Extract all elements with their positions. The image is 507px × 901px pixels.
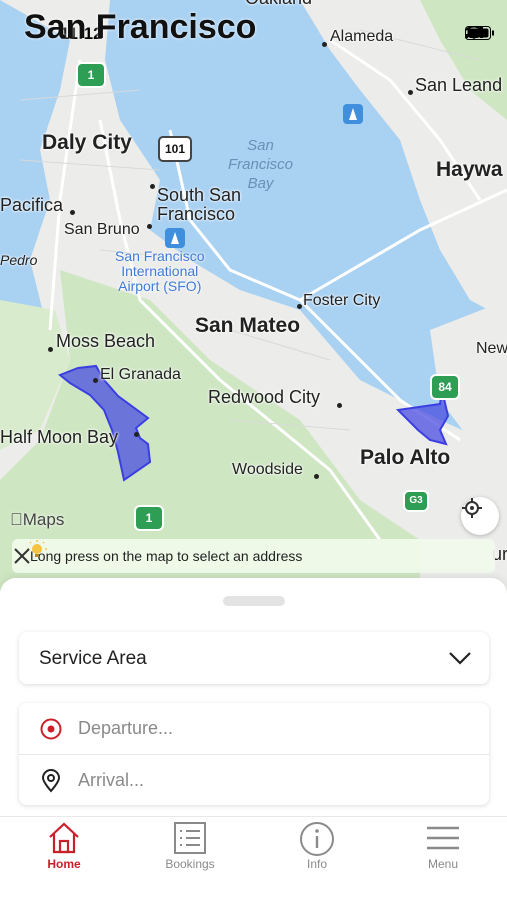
location-pin-icon: [41, 769, 61, 793]
sheet-grabber[interactable]: [223, 596, 285, 606]
apple-logo-icon: : [10, 510, 23, 529]
label-san-mateo: San Mateo: [195, 314, 301, 337]
label-daly-city: Daly City: [42, 131, 132, 154]
home-icon: [49, 822, 79, 854]
highway-shield-1: 1: [76, 62, 106, 88]
departure-field[interactable]: Departure...: [19, 703, 489, 754]
list-icon: [174, 822, 206, 854]
highway-shield-1-south: 1: [134, 505, 164, 531]
tab-bar: Home Bookings Info Menu: [0, 816, 507, 901]
label-moss-beach: Moss Beach: [56, 331, 156, 351]
battery-icon: [465, 26, 494, 40]
departure-target-icon: [40, 718, 62, 740]
route-form: Departure... Arrival...: [19, 703, 489, 805]
highway-shield-84: 84: [430, 374, 460, 400]
tab-menu-label: Menu: [427, 857, 459, 871]
close-icon[interactable]: [12, 546, 32, 566]
place-dot: [314, 474, 319, 479]
label-san-bruno: San Bruno: [64, 221, 140, 238]
map-city-title: San Francisco: [24, 8, 257, 46]
highway-shield-101: 101: [158, 136, 192, 162]
info-icon: [300, 822, 334, 856]
place-dot: [48, 347, 53, 352]
place-dot: [93, 378, 98, 383]
label-el-granada: El Granada: [100, 366, 181, 383]
map-hint-text: Long press on the map to select an addre…: [30, 548, 303, 564]
place-dot: [408, 90, 413, 95]
label-hayward: Haywa: [436, 158, 503, 181]
highway-shield-g3: G3: [403, 490, 429, 512]
place-dot: [134, 432, 139, 437]
maps-attribution-text: Maps: [10, 510, 65, 529]
label-alameda: Alameda: [330, 28, 394, 45]
place-dot: [337, 403, 342, 408]
arrival-placeholder: Arrival...: [78, 770, 145, 790]
label-sfo: San Francisco International Airport (SFO…: [115, 248, 205, 294]
map-hint-banner: Long press on the map to select an addre…: [12, 539, 495, 573]
locate-me-button[interactable]: [461, 497, 499, 535]
map-view[interactable]: 11:12 San Francisco Oakland Alameda San …: [0, 0, 507, 600]
departure-placeholder: Departure...: [78, 718, 174, 738]
label-redwood-city: Redwood City: [208, 387, 321, 407]
label-pedro: Pedro: [0, 252, 38, 268]
crosshair-icon: [462, 498, 482, 518]
label-woodside: Woodside: [232, 461, 303, 478]
chevron-down-icon: [449, 652, 471, 665]
tab-bookings[interactable]: Bookings: [135, 821, 245, 871]
arrival-field[interactable]: Arrival...: [19, 755, 489, 806]
service-area-label: Service Area: [39, 648, 147, 669]
tab-bookings-label: Bookings: [165, 857, 215, 871]
label-sf-bay: San Francisco Bay: [228, 137, 294, 192]
label-palo-alto: Palo Alto: [360, 446, 451, 469]
tab-home[interactable]: Home: [9, 821, 119, 871]
label-san-leandro: San Leand: [415, 75, 503, 95]
place-dot: [150, 184, 155, 189]
label-oakland: Oakland: [245, 0, 312, 9]
tab-home-label: Home: [47, 857, 81, 871]
tab-info[interactable]: Info: [262, 821, 372, 871]
service-area-dropdown[interactable]: Service Area: [19, 632, 489, 684]
label-half-moon-bay: Half Moon Bay: [0, 427, 119, 447]
label-pacifica: Pacifica: [0, 195, 64, 215]
maps-attribution: Maps: [10, 510, 64, 530]
menu-icon: [427, 826, 459, 850]
tab-menu[interactable]: Menu: [388, 821, 498, 871]
tab-info-label: Info: [306, 857, 327, 871]
label-foster-city: Foster City: [303, 292, 381, 309]
place-dot: [70, 210, 75, 215]
place-dot: [147, 224, 152, 229]
label-newark: New: [476, 340, 507, 357]
place-dot: [297, 304, 302, 309]
place-dot: [322, 42, 327, 47]
